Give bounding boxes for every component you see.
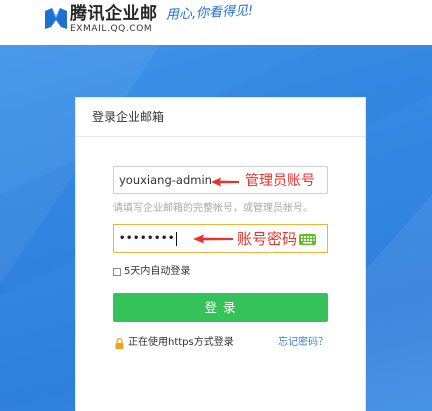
top-header: 腾讯企业邮 EXMAIL.QQ.COM 用心,你看得见! <box>0 0 432 45</box>
login-button[interactable]: 登 录 <box>113 293 328 322</box>
username-hint: 请填写企业邮箱的完整帐号，或管理员帐号。 <box>113 203 313 214</box>
login-page: 腾讯企业邮 EXMAIL.QQ.COM 用心,你看得见! 登录企业邮箱 youx… <box>0 0 432 411</box>
brand-logo-link[interactable]: 腾讯企业邮 EXMAIL.QQ.COM <box>45 4 160 35</box>
exmail-logo-icon <box>45 7 67 31</box>
https-notice: 正在使用https方式登录 <box>115 337 234 349</box>
brand-domain: EXMAIL.QQ.COM <box>70 24 153 34</box>
username-input[interactable]: youxiang-admin <box>113 166 328 194</box>
lock-graphic <box>115 337 124 349</box>
login-card: 登录企业邮箱 youxiang-admin 请填写企业邮箱的完整帐号，或管理员帐… <box>75 97 366 411</box>
remember-login-option[interactable]: 5天内自动登录 <box>113 266 190 278</box>
remember-checkbox[interactable] <box>113 268 121 276</box>
password-input[interactable]: •••••••• <box>113 224 328 253</box>
keyboard-graphic <box>299 234 316 245</box>
password-value-wrap: •••••••• <box>119 225 177 252</box>
exmail-logo-graphic <box>45 8 67 29</box>
brand-slogan: 用心,你看得见! <box>165 3 254 23</box>
forgot-password-link[interactable]: 忘记密码？ <box>278 337 328 349</box>
text-caret <box>175 231 177 246</box>
login-footer: 正在使用https方式登录 忘记密码？ <box>76 337 365 349</box>
password-masked-value: •••••••• <box>119 233 175 244</box>
title-divider <box>76 136 365 137</box>
keyboard-icon[interactable] <box>299 233 316 245</box>
username-value: youxiang-admin <box>119 173 212 187</box>
login-title: 登录企业邮箱 <box>92 110 165 124</box>
https-notice-text: 正在使用https方式登录 <box>128 337 234 348</box>
brand-name: 腾讯企业邮 <box>70 4 158 24</box>
remember-label: 5天内自动登录 <box>124 266 191 277</box>
lock-icon <box>115 337 124 349</box>
